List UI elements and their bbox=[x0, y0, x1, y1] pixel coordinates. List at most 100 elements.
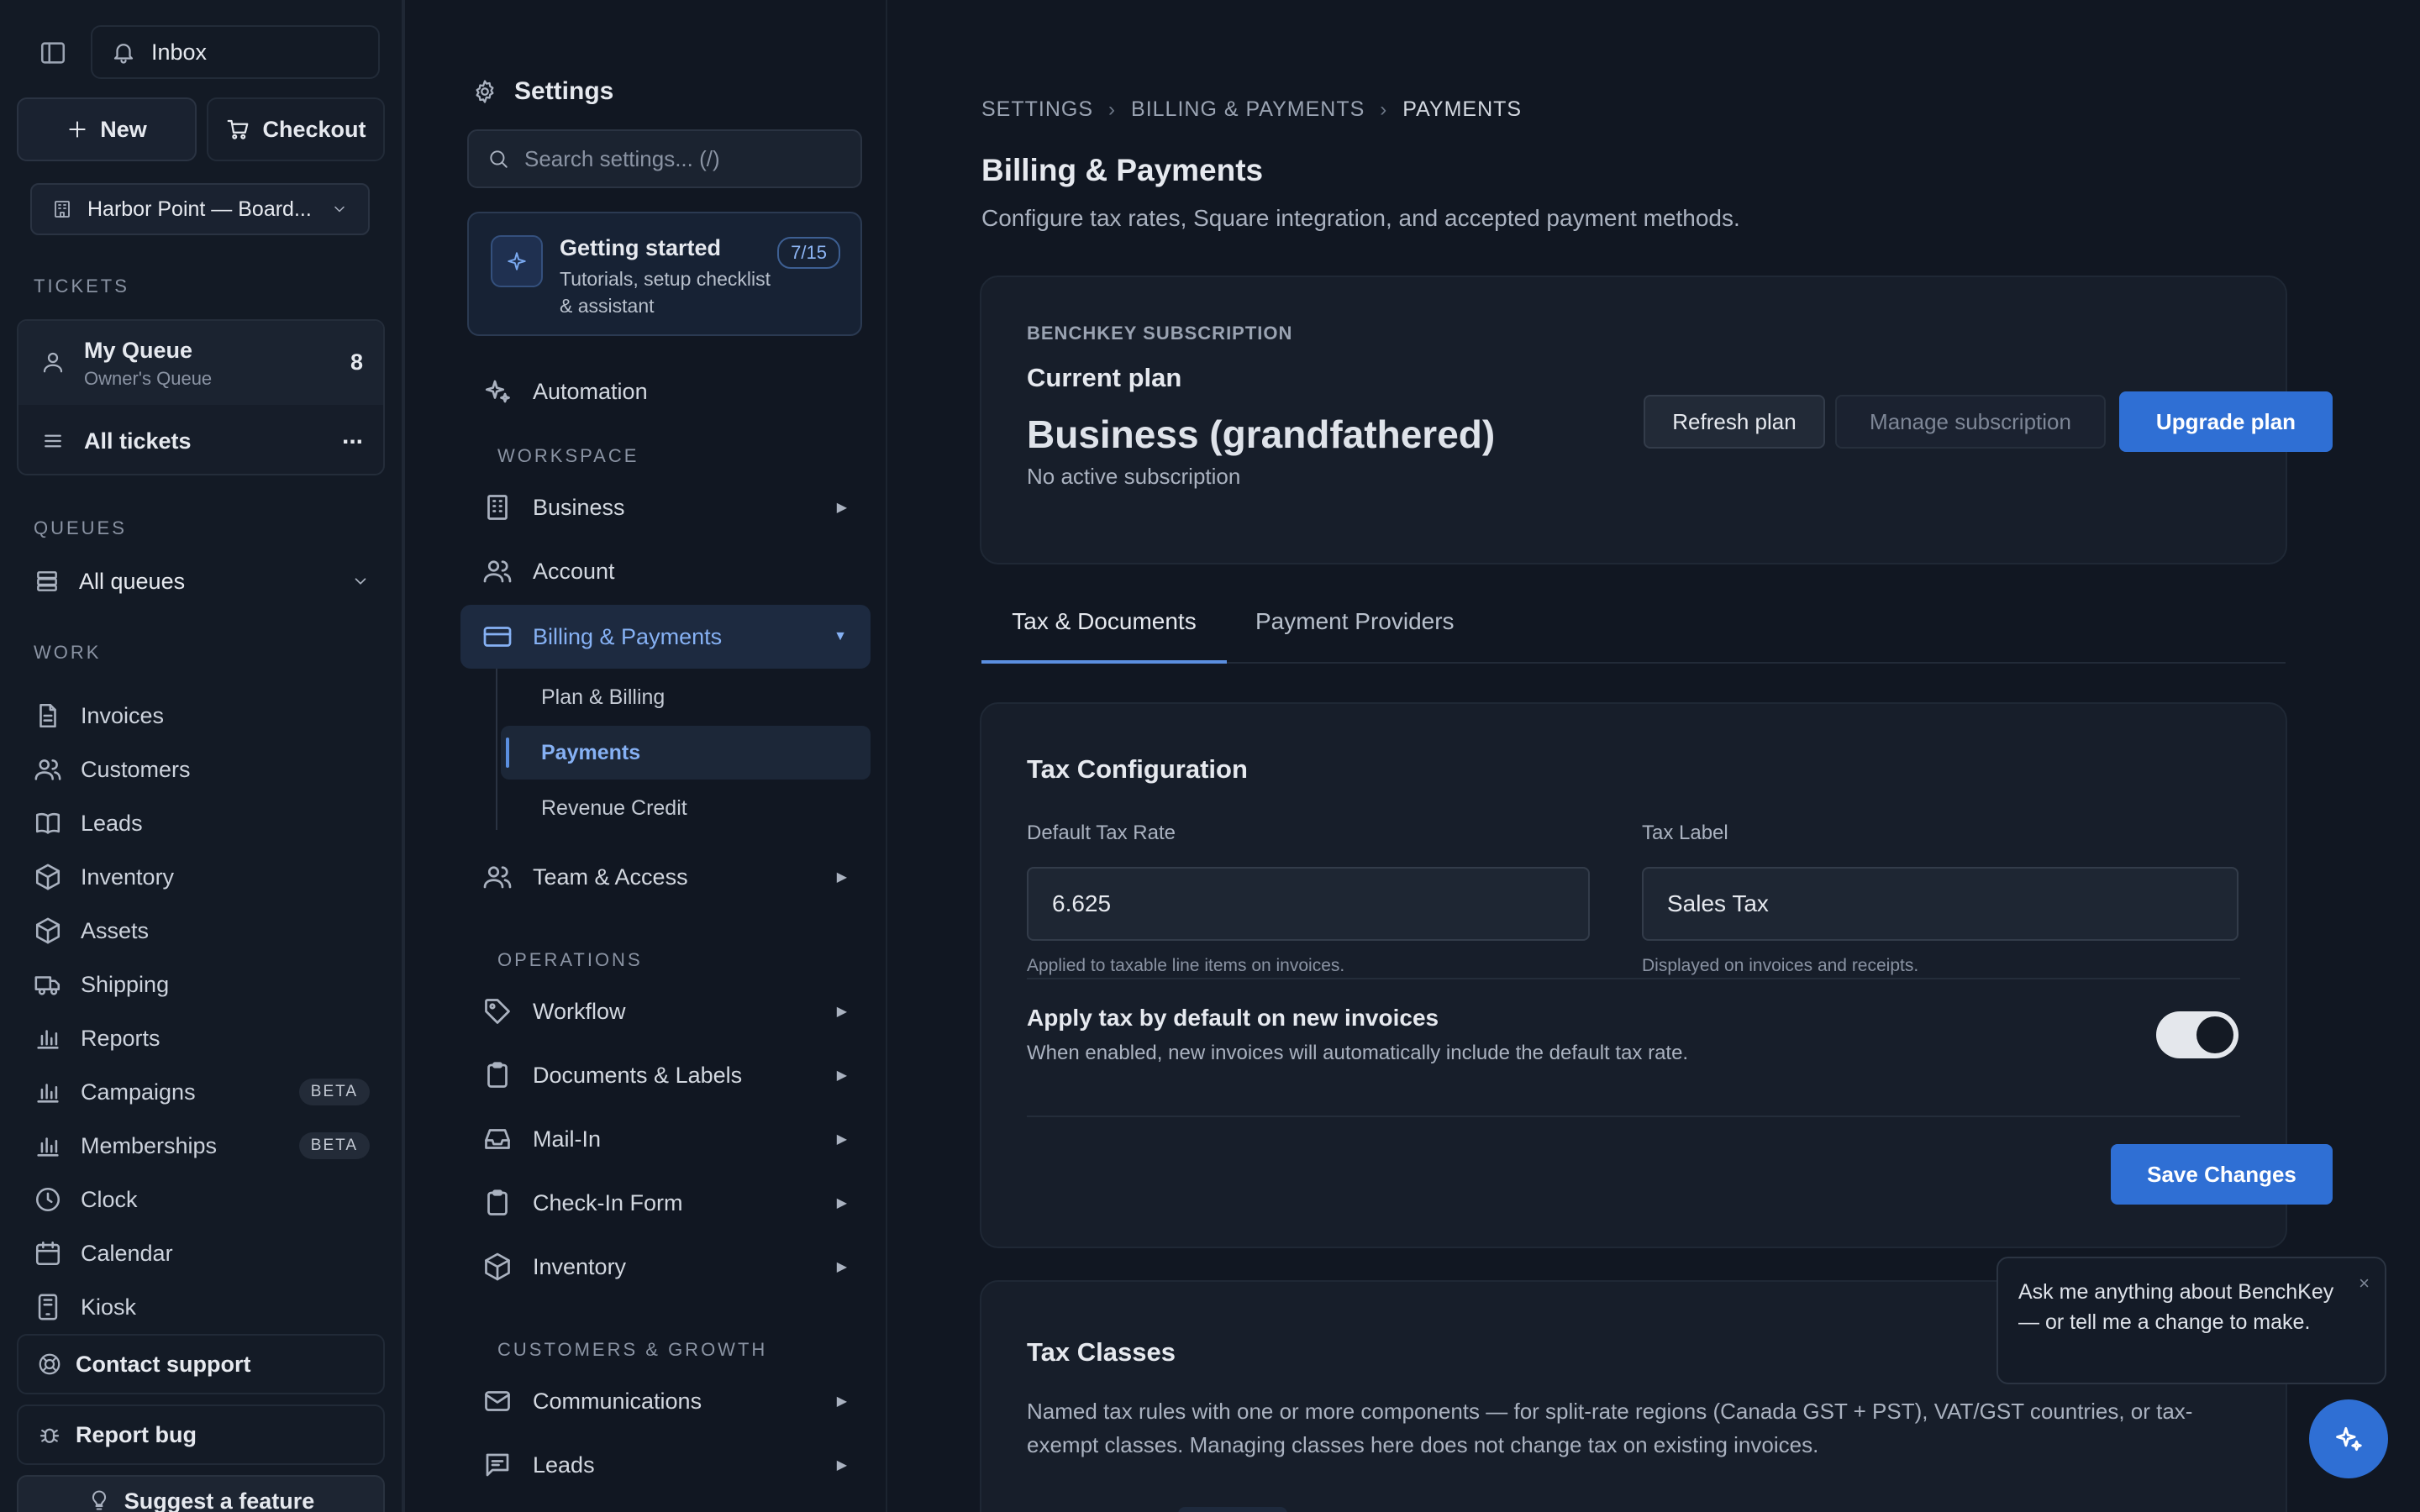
nav-billing-label: Billing & Payments bbox=[533, 623, 723, 649]
breadcrumb-settings[interactable]: SETTINGS bbox=[981, 97, 1093, 122]
work-item-kiosk[interactable]: Kiosk bbox=[34, 1280, 370, 1334]
work-item-memberships[interactable]: Memberships BETA bbox=[34, 1119, 370, 1173]
work-item-inventory[interactable]: Inventory bbox=[34, 850, 370, 904]
nav-leads[interactable]: Leads ▶ bbox=[460, 1433, 871, 1497]
divider bbox=[1027, 978, 2240, 979]
work-item-assets[interactable]: Assets bbox=[34, 904, 370, 958]
settings-search-input[interactable] bbox=[524, 145, 844, 172]
nav-leads-label: Leads bbox=[533, 1452, 595, 1478]
nav-inventory[interactable]: Inventory ▶ bbox=[460, 1235, 871, 1299]
tab-payment-providers[interactable]: Payment Providers bbox=[1255, 608, 1455, 664]
inbox-button[interactable]: Inbox bbox=[91, 25, 380, 79]
gear-icon bbox=[472, 79, 497, 104]
location-select[interactable]: Harbor Point — Board... bbox=[30, 183, 370, 235]
nav-workflow[interactable]: Workflow ▶ bbox=[460, 979, 871, 1043]
checkout-button[interactable]: Checkout bbox=[207, 97, 385, 161]
work-item-leads[interactable]: Leads bbox=[34, 796, 370, 850]
tax-classes-desc: Named tax rules with one or more compone… bbox=[1027, 1399, 2193, 1457]
work-item-customers[interactable]: Customers bbox=[34, 743, 370, 796]
breadcrumb-billing[interactable]: BILLING & PAYMENTS bbox=[1131, 97, 1365, 122]
growth-section-label: CUSTOMERS & GROWTH bbox=[497, 1339, 768, 1360]
tax-config-title: Tax Configuration bbox=[1027, 754, 1248, 784]
contact-support-button[interactable]: Contact support bbox=[17, 1334, 385, 1394]
getting-started-desc: Tutorials, setup checklist & assistant bbox=[560, 268, 771, 317]
assistant-tooltip: Ask me anything about BenchKey — or tell… bbox=[1996, 1257, 2386, 1384]
clipboard-icon bbox=[482, 1060, 513, 1090]
box-icon bbox=[34, 916, 62, 945]
settings-search[interactable] bbox=[467, 129, 862, 188]
apply-tax-toggle[interactable] bbox=[2156, 1011, 2238, 1058]
manage-subscription-button[interactable]: Manage subscription bbox=[1835, 395, 2106, 449]
more-options-button[interactable]: ... bbox=[342, 422, 363, 450]
tax-label-label: Tax Label bbox=[1642, 822, 1728, 844]
expand-arrow-icon: ▶ bbox=[836, 870, 847, 885]
nav-mail-in[interactable]: Mail-In ▶ bbox=[460, 1107, 871, 1171]
work-item-clock[interactable]: Clock bbox=[34, 1173, 370, 1226]
expand-arrow-icon: ▶ bbox=[836, 1260, 847, 1274]
work-item-label: Kiosk bbox=[81, 1294, 137, 1320]
expand-arrow-icon: ▶ bbox=[836, 1196, 847, 1210]
subscription-eyebrow: BENCHKEY SUBSCRIPTION bbox=[1027, 323, 1293, 344]
collapse-arrow-icon: ▼ bbox=[834, 629, 847, 643]
bar-chart-icon bbox=[34, 1024, 62, 1053]
beta-badge: BETA bbox=[298, 1079, 370, 1105]
box-icon bbox=[34, 863, 62, 891]
work-item-calendar[interactable]: Calendar bbox=[34, 1226, 370, 1280]
sidebar-toggle-icon[interactable] bbox=[39, 39, 67, 67]
nav-checkin-label: Check-In Form bbox=[533, 1189, 683, 1215]
new-button[interactable]: New bbox=[17, 97, 197, 161]
nav-documents-label: Documents & Labels bbox=[533, 1062, 743, 1088]
report-bug-button[interactable]: Report bug bbox=[17, 1404, 385, 1465]
tax-classes-title: Tax Classes bbox=[1027, 1337, 1176, 1367]
nav-team-access[interactable]: Team & Access ▶ bbox=[460, 845, 871, 909]
subnav-plan-billing[interactable]: Plan & Billing bbox=[501, 670, 871, 724]
breadcrumb-separator: › bbox=[1380, 97, 1388, 121]
assistant-button[interactable] bbox=[2309, 1399, 2388, 1478]
upgrade-plan-button[interactable]: Upgrade plan bbox=[2119, 391, 2333, 452]
work-item-reports[interactable]: Reports bbox=[34, 1011, 370, 1065]
settings-nav: Settings Getting started Tutorials, setu… bbox=[405, 0, 887, 1512]
expand-arrow-icon: ▶ bbox=[836, 1068, 847, 1083]
nav-automation[interactable]: Automation bbox=[460, 360, 871, 423]
sparkle-icon bbox=[491, 235, 543, 287]
tax-configuration-card: Tax Configuration Default Tax Rate % App… bbox=[980, 702, 2333, 1248]
work-item-invoices[interactable]: Invoices bbox=[34, 689, 370, 743]
subnav-revenue-credit[interactable]: Revenue Credit bbox=[501, 781, 871, 835]
building-icon bbox=[52, 199, 72, 219]
stack-icon bbox=[34, 568, 60, 595]
sparkles-icon bbox=[482, 376, 513, 407]
all-tickets-item[interactable]: All tickets ... bbox=[18, 408, 383, 475]
work-item-label: Assets bbox=[81, 917, 150, 943]
tax-rate-input[interactable] bbox=[1027, 867, 1590, 941]
work-item-campaigns[interactable]: Campaigns BETA bbox=[34, 1065, 370, 1119]
lightbulb-icon bbox=[87, 1488, 111, 1512]
all-queues-label: All queues bbox=[79, 568, 186, 594]
save-changes-button[interactable]: Save Changes bbox=[2111, 1144, 2333, 1205]
all-queues-item[interactable]: All queues bbox=[34, 564, 370, 598]
operations-section-label: OPERATIONS bbox=[497, 949, 643, 970]
bell-icon bbox=[111, 39, 136, 65]
tax-class-chip[interactable] bbox=[1178, 1507, 1287, 1512]
nav-account[interactable]: Account bbox=[460, 539, 871, 603]
work-item-label: Clock bbox=[81, 1186, 138, 1212]
chevron-down-icon bbox=[331, 201, 348, 218]
work-item-shipping[interactable]: Shipping bbox=[34, 958, 370, 1011]
nav-billing-payments[interactable]: Billing & Payments ▼ bbox=[460, 605, 871, 669]
subnav-payments[interactable]: Payments bbox=[501, 726, 871, 780]
nav-check-in-form[interactable]: Check-In Form ▶ bbox=[460, 1171, 871, 1235]
suggest-feature-button[interactable]: Suggest a feature bbox=[17, 1475, 385, 1512]
nav-communications[interactable]: Communications ▶ bbox=[460, 1369, 871, 1433]
tab-tax-documents[interactable]: Tax & Documents bbox=[981, 608, 1227, 664]
close-icon[interactable]: × bbox=[2359, 1268, 2370, 1299]
getting-started-card[interactable]: Getting started Tutorials, setup checkli… bbox=[467, 212, 862, 336]
work-item-label: Customers bbox=[81, 756, 191, 782]
my-queue-title: My Queue bbox=[84, 338, 193, 363]
tax-label-input[interactable] bbox=[1642, 867, 2238, 941]
refresh-plan-button[interactable]: Refresh plan bbox=[1644, 395, 1825, 449]
my-queue-item[interactable]: My Queue Owner's Queue 8 bbox=[18, 321, 383, 405]
nav-business[interactable]: Business ▶ bbox=[460, 475, 871, 539]
nav-documents-labels[interactable]: Documents & Labels ▶ bbox=[460, 1043, 871, 1107]
assistant-tip-text: Ask me anything about BenchKey — or tell… bbox=[2018, 1280, 2334, 1334]
sparkle-icon bbox=[2336, 1426, 2362, 1452]
users-icon bbox=[482, 556, 513, 586]
